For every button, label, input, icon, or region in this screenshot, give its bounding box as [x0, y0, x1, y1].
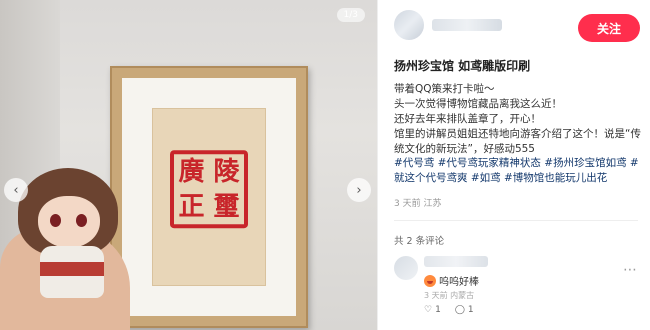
picture-frame: 廣 陵 正 璽: [110, 66, 308, 328]
post-photo[interactable]: 廣 陵 正 璽 1/3 ‹ ›: [0, 0, 377, 330]
post-body-line: 还好去年来排队盖章了，开心！: [394, 113, 541, 125]
plush-doll-face: [38, 196, 100, 248]
commenter-name-blurred[interactable]: [424, 256, 488, 267]
post-body-line: 头一次觉得博物馆藏品离我这么近！: [394, 98, 562, 110]
prev-photo-icon[interactable]: ‹: [4, 178, 28, 202]
comment-text: 呜呜好棒: [424, 273, 479, 288]
plush-doll-belt: [40, 262, 104, 276]
seal-char: 璽: [213, 191, 240, 222]
next-photo-icon[interactable]: ›: [347, 178, 371, 202]
post-tags[interactable]: #代号鸢 #代号鸢玩家精神状态 #扬州珍宝馆如鸢 #就这个代号鸢爽 #如鸢 #博…: [394, 156, 648, 185]
frame-mat: 廣 陵 正 璽: [122, 78, 296, 316]
reply-count: 1: [467, 305, 474, 315]
more-options-icon[interactable]: ⋯: [623, 262, 638, 278]
post-title: 扬州珍宝馆 如鸢雕版印刷: [394, 59, 531, 73]
author-name-blurred[interactable]: [432, 19, 502, 31]
post-detail: 廣 陵 正 璽 1/3 ‹ › 关注 扬州珍宝馆 如鸢雕版印刷 带着QQ策来打卡…: [0, 0, 650, 330]
plush-doll-eye: [50, 214, 61, 227]
like-count: 1: [435, 305, 441, 315]
seal-char: 正: [178, 191, 205, 222]
plush-doll-eye: [76, 214, 87, 227]
post-body: 带着QQ策来打卡啦～ 头一次觉得博物馆藏品离我这么近！ 还好去年来排队盖章了，开…: [394, 82, 644, 157]
comment-icon: ◯: [454, 305, 465, 315]
post-meta: 3 天前 江苏: [394, 199, 442, 209]
heart-icon: ♡: [424, 305, 433, 315]
seal-char: 陵: [213, 156, 240, 187]
commenter-avatar[interactable]: [394, 256, 418, 280]
follow-button[interactable]: 关注: [578, 14, 640, 42]
author-row[interactable]: [394, 10, 502, 40]
seal-stamp: 廣 陵 正 璽: [170, 150, 248, 229]
reply-button[interactable]: ◯ 1: [455, 305, 474, 315]
comment-text-content: 呜呜好棒: [439, 277, 479, 288]
post-panel: 关注 扬州珍宝馆 如鸢雕版印刷 带着QQ策来打卡啦～ 头一次觉得博物馆藏品离我这…: [377, 0, 650, 330]
post-body-line: 馆里的讲解员姐姐还特地向游客介绍了这个！说是“传统文化的新玩法”，好感动555: [394, 128, 641, 155]
divider: [394, 220, 638, 221]
seal-char: 廣: [178, 156, 205, 187]
comment-actions: ♡ 1 ◯ 1: [424, 305, 474, 315]
comment-count: 共 2 条评论: [394, 236, 445, 247]
like-button[interactable]: ♡ 1: [424, 305, 441, 315]
crying-emoji-icon: [424, 274, 436, 287]
print-paper: 廣 陵 正 璽: [152, 108, 266, 286]
post-body-line: 带着QQ策来打卡啦～: [394, 83, 495, 95]
comment-meta: 3 天前 内蒙古: [424, 291, 475, 300]
author-avatar[interactable]: [394, 10, 424, 40]
photo-counter: 1/3: [336, 8, 365, 22]
